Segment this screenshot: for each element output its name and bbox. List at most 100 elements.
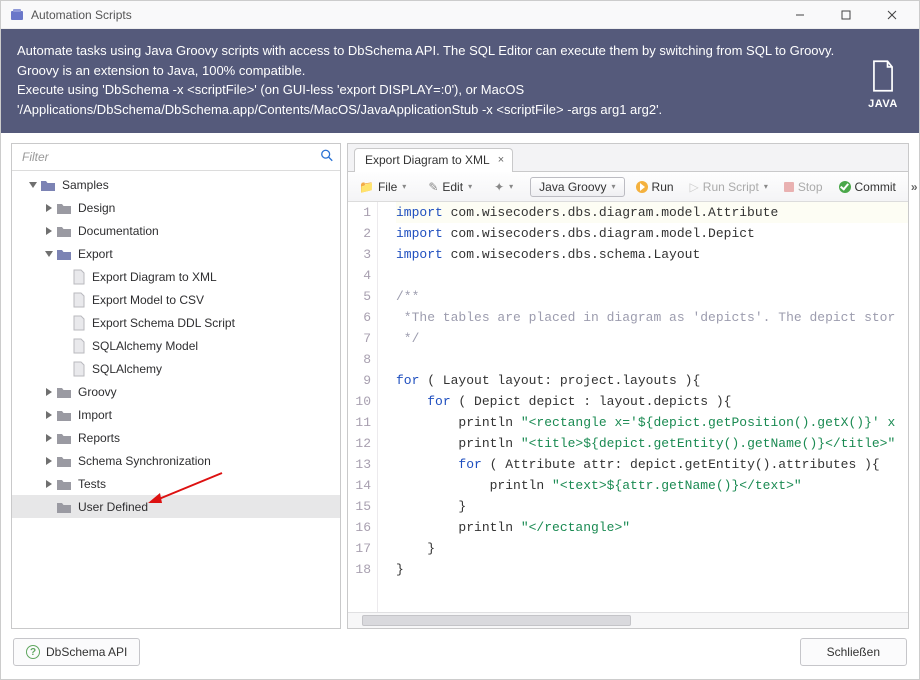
tree-label: SQLAlchemy [92,362,162,376]
code-line[interactable]: for ( Layout layout: project.layouts ){ [396,370,908,391]
tree-item-import[interactable]: Import [12,403,340,426]
tree-label: Samples [62,178,109,192]
tree-item-documentation[interactable]: Documentation [12,219,340,242]
close-tab-icon[interactable]: × [498,154,504,166]
search-icon[interactable] [320,149,334,166]
close-window-button[interactable] [869,1,915,29]
chevron-down-icon: ▾ [764,182,768,191]
check-icon [839,181,851,193]
wand-button[interactable]: ✦▾ [489,178,518,196]
editor-toolbar: 📁File▾ ✎Edit▾ ✦▾ Java Groovy▾ Run ▷Run S… [348,172,908,202]
disclosure-collapsed-icon[interactable] [44,456,54,466]
folder-closed-icon [56,201,72,215]
folder-closed-icon [56,454,72,468]
code-line[interactable]: println "<text>${attr.getName()}</text>" [396,475,908,496]
tree-label: Schema Synchronization [78,454,211,468]
tree-item-sqlalchemy-model[interactable]: SQLAlchemy Model [12,334,340,357]
disclosure-collapsed-icon[interactable] [44,433,54,443]
code-line[interactable]: import com.wisecoders.dbs.diagram.model.… [396,202,908,223]
code-line[interactable]: */ [396,328,908,349]
disclosure-expanded-icon[interactable] [44,249,54,259]
code-area[interactable]: import com.wisecoders.dbs.diagram.model.… [378,202,908,612]
chevron-down-icon: ▾ [468,182,472,191]
file-icon [72,269,86,285]
stop-button[interactable]: Stop [779,177,828,197]
disclosure-collapsed-icon[interactable] [44,226,54,236]
file-icon [72,338,86,354]
tree-label: Design [78,201,115,215]
titlebar: Automation Scripts [1,1,919,29]
close-dialog-button[interactable]: Schließen [800,638,907,666]
play-icon [636,181,648,193]
tree-item-user-defined[interactable]: User Defined [12,495,340,518]
tree-item-schema-synchronization[interactable]: Schema Synchronization [12,449,340,472]
minimize-button[interactable] [777,1,823,29]
language-selector[interactable]: Java Groovy▾ [530,177,624,197]
horizontal-scrollbar[interactable] [348,612,908,628]
editor-panel: Export Diagram to XML × 📁File▾ ✎Edit▾ ✦▾… [347,143,909,629]
script-tree[interactable]: Samples Design Documentation Export Export D… [12,171,340,628]
tree-label: SQLAlchemy Model [92,339,198,353]
code-editor[interactable]: 123456789101112131415161718 import com.w… [348,202,908,612]
java-badge-label: JAVA [863,96,903,113]
file-menu[interactable]: 📁File▾ [354,177,411,197]
code-line[interactable]: } [396,496,908,517]
chevron-down-icon: ▾ [612,182,616,191]
code-line[interactable]: for ( Attribute attr: depict.getEntity()… [396,454,908,475]
disclosure-collapsed-icon[interactable] [44,203,54,213]
code-line[interactable]: println "<title>${depict.getEntity().get… [396,433,908,454]
disclosure-expanded-icon[interactable] [28,180,38,190]
commit-button[interactable]: Commit [834,177,901,197]
chevron-down-icon: ▾ [509,182,513,191]
tree-item-design[interactable]: Design [12,196,340,219]
chevron-down-icon: ▾ [402,182,406,191]
tree-item-tests[interactable]: Tests [12,472,340,495]
pencil-icon: ✎ [428,181,438,193]
filter-input[interactable] [12,144,340,170]
code-line[interactable]: import com.wisecoders.dbs.schema.Layout [396,244,908,265]
scrollbar-thumb[interactable] [362,615,631,626]
banner-line1: Automate tasks using Java Groovy scripts… [17,43,834,78]
maximize-button[interactable] [823,1,869,29]
file-icon [72,361,86,377]
code-line[interactable] [396,349,908,370]
app-icon [9,7,25,23]
toolbar-overflow[interactable]: » [907,180,920,194]
edit-menu[interactable]: ✎Edit▾ [423,177,477,197]
tree-label: User Defined [78,500,148,514]
folder-closed-icon [56,477,72,491]
tree-item-groovy[interactable]: Groovy [12,380,340,403]
code-line[interactable]: println "<rectangle x='${depict.getPosit… [396,412,908,433]
code-line[interactable]: println "</rectangle>" [396,517,908,538]
code-line[interactable]: *The tables are placed in diagram as 'de… [396,307,908,328]
code-line[interactable]: } [396,538,908,559]
folder-closed-icon [56,500,72,514]
code-line[interactable] [396,265,908,286]
tree-label: Import [78,408,112,422]
tree-label: Documentation [78,224,159,238]
tree-item-reports[interactable]: Reports [12,426,340,449]
disclosure-collapsed-icon[interactable] [44,479,54,489]
dbschema-api-button[interactable]: ? DbSchema API [13,638,140,666]
banner-text: Automate tasks using Java Groovy scripts… [17,41,863,119]
disclosure-collapsed-icon[interactable] [44,387,54,397]
disclosure-collapsed-icon[interactable] [44,410,54,420]
code-line[interactable]: for ( Depict depict : layout.depicts ){ [396,391,908,412]
run-button[interactable]: Run [631,177,679,197]
tree-item-sqlalchemy[interactable]: SQLAlchemy [12,357,340,380]
code-line[interactable]: /** [396,286,908,307]
tree-item-export-diagram-to-xml[interactable]: Export Diagram to XML [12,265,340,288]
code-line[interactable]: } [396,559,908,580]
tree-item-export-schema-ddl-script[interactable]: Export Schema DDL Script [12,311,340,334]
editor-tab-title: Export Diagram to XML [365,153,490,167]
line-gutter: 123456789101112131415161718 [348,202,378,612]
code-line[interactable]: import com.wisecoders.dbs.diagram.model.… [396,223,908,244]
play-outline-icon: ▷ [690,181,699,193]
run-script-button[interactable]: ▷Run Script▾ [685,177,773,197]
tree-item-export-model-to-csv[interactable]: Export Model to CSV [12,288,340,311]
tree-item-export[interactable]: Export [12,242,340,265]
tree-item-samples[interactable]: Samples [12,173,340,196]
tree-label: Reports [78,431,120,445]
editor-tab[interactable]: Export Diagram to XML × [354,148,513,172]
tree-label: Export [78,247,113,261]
